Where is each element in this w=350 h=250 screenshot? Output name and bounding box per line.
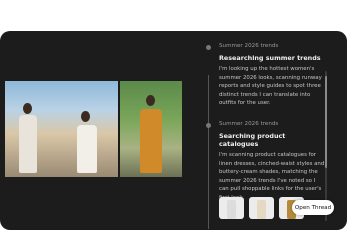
outfit-photo-street: [5, 81, 118, 177]
thread-item: Summer 2026 trends Searching product cat…: [219, 121, 325, 203]
thread-item: Summer 2026 trends Researching summer tr…: [219, 43, 325, 108]
timeline-dot: [206, 45, 211, 50]
outfit-photo-collage: [5, 81, 182, 177]
thread-item-title: Searching product catalogues: [219, 132, 286, 148]
thread-item-text: I'm looking up the hottest women's summe…: [219, 66, 322, 107]
thread-item-label: Summer 2026 trends: [219, 121, 279, 127]
product-thumbnail[interactable]: [249, 197, 274, 219]
thread-item-text: I'm scanning product catalogues for line…: [219, 152, 325, 201]
product-thumbnail[interactable]: [219, 197, 244, 219]
thread-timeline: [208, 75, 209, 229]
scrollbar-thumb[interactable]: [325, 76, 327, 168]
thread-item-label: Summer 2026 trends: [219, 43, 279, 49]
outfit-photo-floral-dress: [120, 81, 182, 177]
timeline-dot: [206, 123, 211, 128]
open-thread-button[interactable]: Open Thread: [292, 200, 334, 215]
thread-item-title: Researching summer trends: [219, 54, 321, 62]
